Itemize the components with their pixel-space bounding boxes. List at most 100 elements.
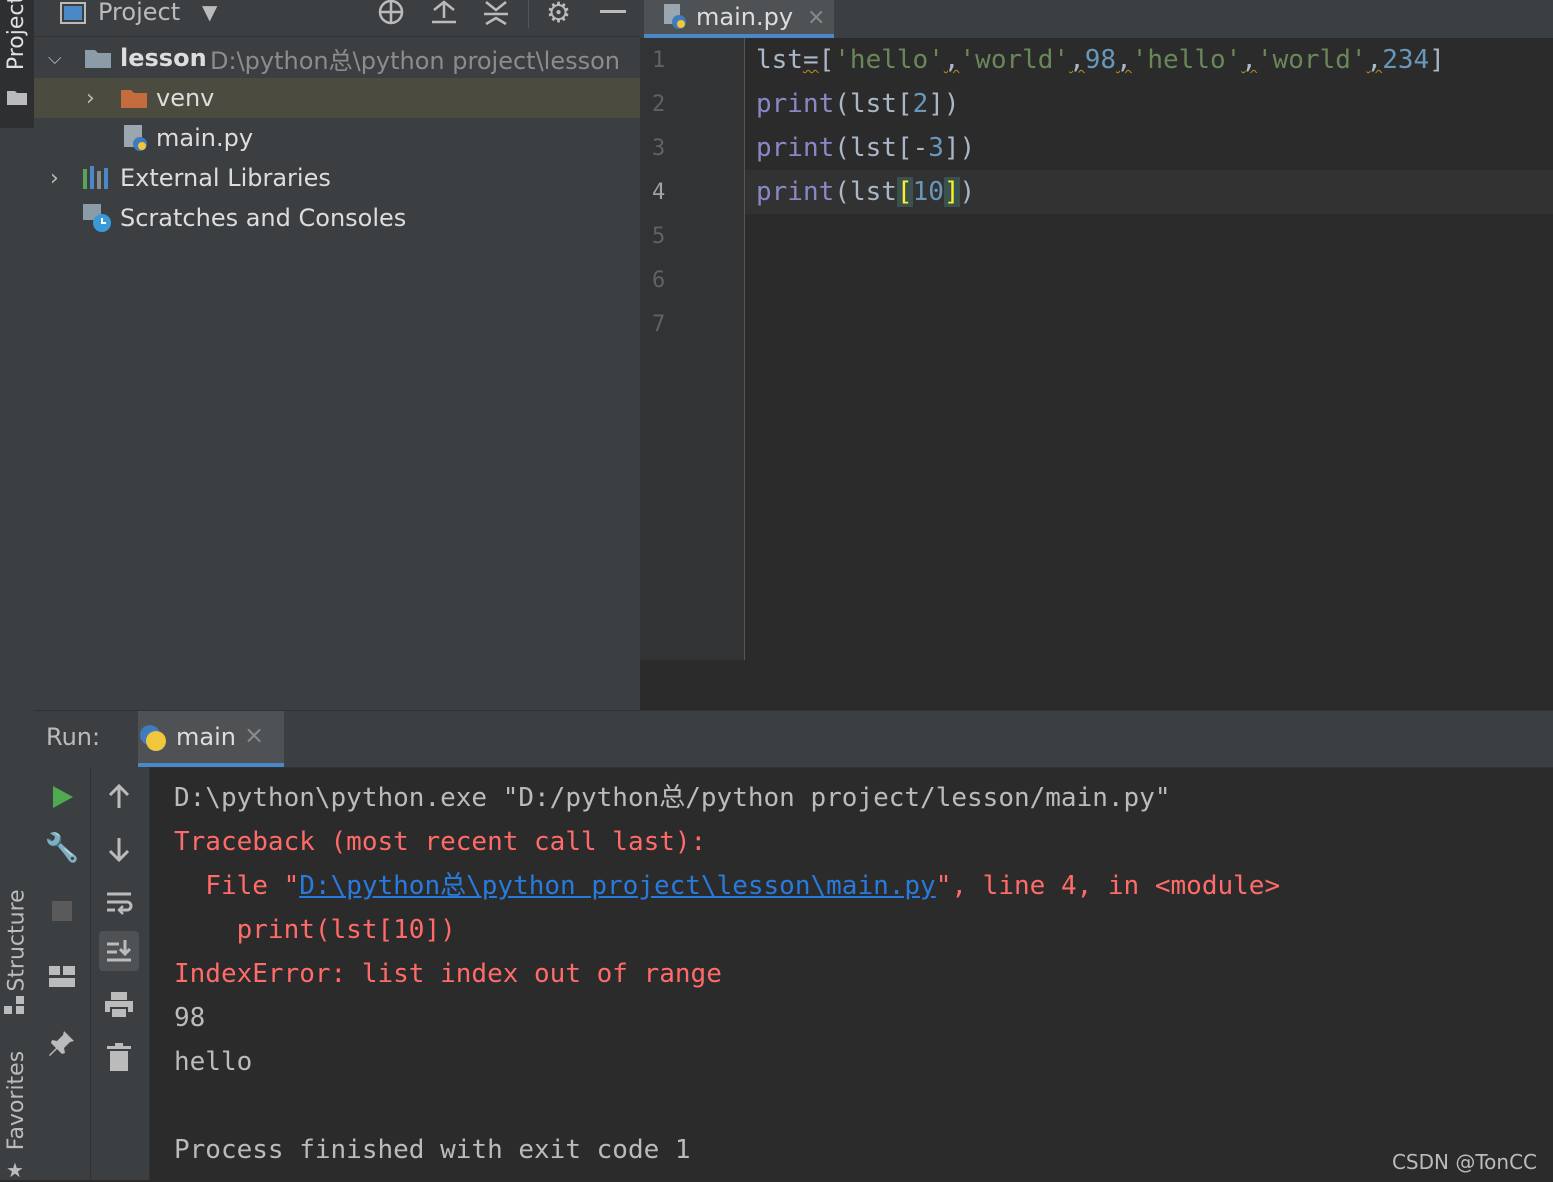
scroll-up-button[interactable] [99, 777, 139, 817]
tree-main-label: main.py [156, 124, 254, 152]
line-number: 2 [652, 92, 666, 117]
editor-area[interactable]: main.py × 1 2 3 4 5 6 7 lst=['hello','wo… [640, 0, 1553, 710]
close-icon[interactable]: × [807, 5, 825, 30]
tree-root-path: D:\python总\python project\lesson [210, 46, 620, 75]
console-command-line: D:\python\python.exe "D:/python总/python … [174, 783, 1171, 813]
clear-button[interactable] [99, 1037, 139, 1077]
code-token: , [1241, 45, 1257, 75]
run-toolbar-secondary [91, 767, 150, 1180]
code-line-1[interactable]: lst=['hello','world',98,'hello','world',… [756, 38, 1445, 82]
code-token: ) [943, 89, 960, 119]
print-button[interactable] [99, 985, 139, 1025]
hide-panel-icon[interactable] [600, 10, 626, 13]
stop-button[interactable] [42, 891, 82, 931]
tree-item-venv[interactable]: › venv [34, 78, 640, 118]
pin-icon [49, 1031, 74, 1056]
tree-root-name: lesson [120, 44, 207, 72]
code-token: [ [896, 89, 913, 119]
header-divider [528, 0, 529, 28]
project-tool-tab[interactable]: Project [0, 0, 34, 128]
collapse-all-icon[interactable] [482, 0, 510, 26]
run-tab-main[interactable]: main × [138, 711, 284, 767]
code-line-4[interactable]: print(lst[10]) [756, 170, 975, 214]
folder-icon [85, 50, 111, 68]
tree-external-label: External Libraries [120, 164, 331, 192]
console-code-line: print(lst[10]) [174, 915, 456, 945]
view-dropdown-icon[interactable]: ▼ [202, 0, 217, 24]
gear-icon[interactable]: ⚙ [546, 0, 571, 29]
scroll-to-end-icon [107, 940, 132, 962]
tree-scratches-label: Scratches and Consoles [120, 204, 407, 232]
file-link[interactable]: D:\python总\python project\lesson\main.py [299, 871, 935, 901]
play-icon [53, 786, 73, 808]
code-token: print [756, 177, 835, 207]
console-output-line: hello [174, 1047, 253, 1077]
scroll-down-button[interactable] [99, 829, 139, 869]
scroll-to-end-button[interactable] [99, 931, 139, 971]
python-icon [140, 725, 166, 751]
code-token: ] [928, 89, 944, 119]
code-line-2[interactable]: print(lst[2]) [756, 82, 960, 126]
edit-config-button[interactable]: 🔧 [42, 827, 82, 867]
code-token: ( [834, 133, 850, 163]
code-token: 'world' [1256, 45, 1367, 75]
code-token: 'hello' [834, 45, 944, 75]
stop-icon [52, 901, 72, 921]
editor-tab-main-py[interactable]: main.py × [644, 0, 834, 38]
printer-icon [105, 992, 133, 1018]
layout-button[interactable] [42, 957, 82, 997]
code-token: , [943, 45, 960, 75]
code-token: 98 [1084, 45, 1117, 75]
tree-item-main-py[interactable]: main.py [34, 118, 640, 158]
line-number: 1 [652, 48, 666, 73]
soft-wrap-button[interactable] [99, 883, 139, 923]
pin-button[interactable] [42, 1023, 82, 1063]
project-tool-tab-label: Project [4, 0, 30, 71]
code-token: ] [943, 133, 960, 163]
rerun-button[interactable] [42, 777, 82, 817]
locate-icon[interactable] [376, 0, 406, 26]
console-output-line: 98 [174, 1003, 206, 1033]
code-token: 2 [912, 89, 929, 119]
line-number: 3 [652, 136, 666, 161]
run-tab-label: main [176, 723, 236, 751]
code-token: lst [849, 89, 897, 119]
code-token: 'world' [959, 45, 1070, 75]
console-error-line: IndexError: list index out of range [174, 959, 722, 989]
run-label: Run: [46, 723, 101, 751]
structure-icon [4, 996, 24, 1014]
code-token: [ [818, 45, 835, 75]
file-suffix: ", line 4, in <module> [935, 871, 1281, 901]
scratches-icon [83, 204, 111, 232]
code-token: [ [896, 133, 913, 163]
layout-icon [49, 966, 75, 987]
arrow-up-icon [108, 784, 130, 808]
chevron-right-icon[interactable]: › [86, 86, 95, 111]
console-exit-line: Process finished with exit code 1 [174, 1135, 691, 1165]
expand-all-icon[interactable] [430, 0, 458, 26]
star-icon: ★ [6, 1158, 24, 1182]
python-file-icon [664, 4, 686, 29]
tree-item-external-libraries[interactable]: › External Libraries [34, 158, 640, 198]
code-token: print [756, 133, 835, 163]
console-traceback-line: Traceback (most recent call last): [174, 827, 707, 857]
editor-tab-bar: main.py × [640, 0, 1553, 38]
code-token: - [912, 133, 929, 163]
code-token: print [756, 89, 835, 119]
code-token: ) [959, 177, 976, 207]
line-number: 5 [652, 224, 666, 249]
chevron-down-icon[interactable]: ⌵ [48, 48, 62, 69]
chevron-right-icon[interactable]: › [50, 166, 59, 191]
code-line-3[interactable]: print(lst[-3]) [756, 126, 975, 170]
run-panel-header: Run: main × [34, 710, 1553, 768]
line-number: 4 [652, 180, 666, 205]
tree-item-lesson[interactable]: ⌵ lesson D:\python总\python project\lesso… [34, 38, 640, 78]
console-file-line: File "D:\python总\python project\lesson\m… [174, 864, 1280, 908]
code-token: [ [896, 177, 913, 207]
code-token: , [1366, 45, 1383, 75]
tree-item-scratches[interactable]: Scratches and Consoles [34, 198, 640, 238]
line-number: 7 [652, 312, 666, 337]
project-view-title: Project [98, 0, 181, 26]
close-icon[interactable]: × [244, 721, 264, 749]
favorites-tool-tab[interactable]: Favorites [0, 1040, 34, 1160]
